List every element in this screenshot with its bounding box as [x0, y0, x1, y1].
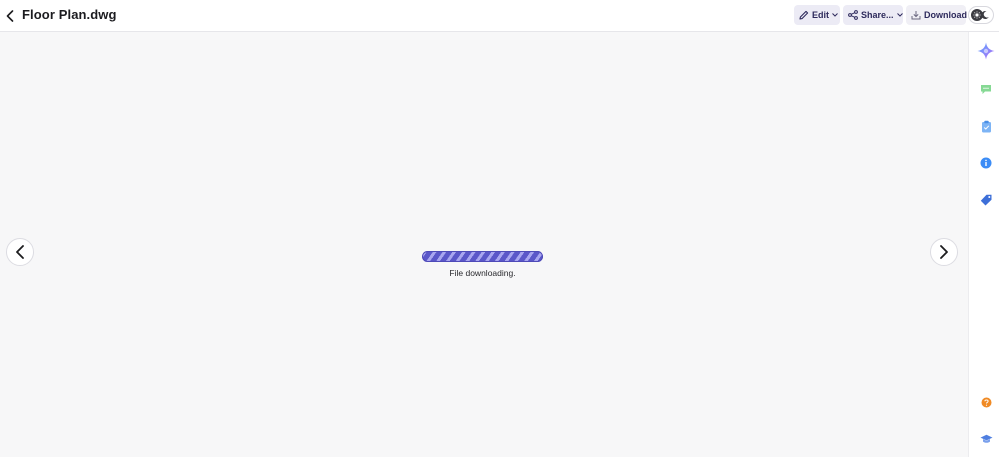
share-icon [848, 10, 858, 20]
edit-button[interactable]: Edit [794, 5, 840, 25]
chevron-down-icon [832, 13, 838, 17]
info-icon [980, 157, 992, 169]
right-sidebar [968, 32, 999, 457]
share-button[interactable]: Share... [843, 5, 903, 25]
file-title: Floor Plan.dwg [22, 7, 117, 22]
file-viewer-app: Floor Plan.dwg Edit Share... Download Fi… [0, 0, 999, 457]
graduation-cap-icon [980, 434, 992, 443]
download-status-text: File downloading. [449, 268, 516, 278]
chevron-right-icon [940, 245, 948, 259]
download-progress-fill [422, 251, 543, 262]
clipboard-icon [981, 120, 991, 132]
previous-file-button[interactable] [6, 238, 34, 266]
comments-button[interactable] [977, 80, 995, 98]
help-icon [981, 397, 991, 407]
comment-icon [981, 84, 991, 94]
download-icon [911, 10, 921, 20]
tags-button[interactable] [977, 191, 995, 209]
chevron-left-icon [6, 10, 14, 22]
tag-icon [980, 194, 991, 206]
theme-toggle[interactable] [968, 6, 994, 24]
chevron-left-icon [16, 245, 24, 259]
top-bar: Floor Plan.dwg Edit Share... Download [0, 0, 999, 32]
share-label: Share... [861, 10, 894, 20]
sparkle-icon [977, 42, 995, 60]
edit-label: Edit [812, 10, 829, 20]
moon-icon [981, 11, 989, 20]
help-button[interactable] [977, 393, 995, 411]
chevron-down-icon [896, 13, 903, 17]
info-button[interactable] [977, 154, 995, 172]
learning-button[interactable] [977, 430, 995, 448]
back-button[interactable] [3, 6, 17, 26]
next-file-button[interactable] [930, 238, 958, 266]
ai-assistant-button[interactable] [977, 42, 995, 60]
tasks-button[interactable] [977, 117, 995, 135]
pencil-icon [799, 10, 809, 20]
download-progress-bar [422, 251, 543, 262]
download-label: Download [924, 10, 967, 20]
download-button[interactable]: Download [906, 5, 967, 25]
